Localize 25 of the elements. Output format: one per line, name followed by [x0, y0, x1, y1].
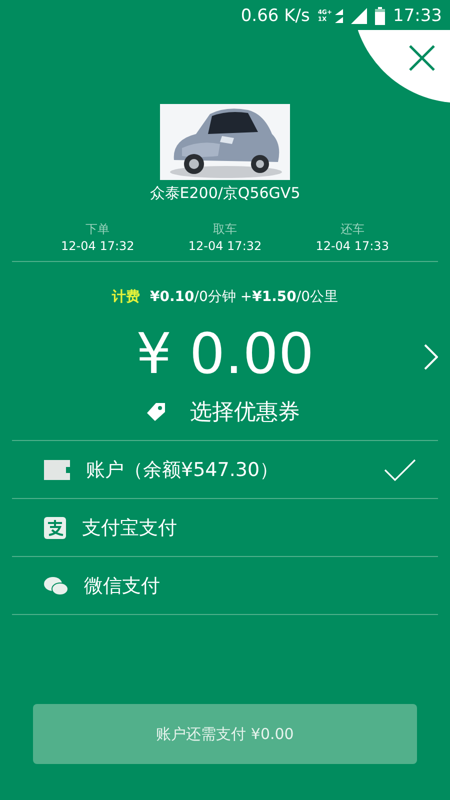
fee-detail: ¥0.10/0分钟 +¥1.50/0公里: [150, 288, 338, 306]
tag-icon: [146, 402, 166, 422]
chevron-right-icon[interactable]: [424, 344, 438, 370]
signal-icon: [351, 8, 367, 24]
payment-option[interactable]: 账户（余额¥547.30）: [12, 441, 438, 499]
timeline-time: 12-04 17:32: [188, 238, 262, 255]
coupon-selector[interactable]: 选择优惠券: [146, 390, 304, 434]
payment-option[interactable]: 支付宝支付: [12, 499, 438, 557]
timeline-label: 下单: [86, 221, 110, 238]
payment-option[interactable]: 微信支付: [12, 557, 438, 615]
clock: 17:33: [393, 6, 442, 26]
fee-label: 计费: [112, 288, 140, 306]
car-model-plate: 众泰E200/京Q56GV5: [150, 184, 300, 203]
total-amount: ¥ 0.00: [136, 323, 314, 387]
pay-button[interactable]: 账户还需支付 ¥0.00: [33, 704, 417, 764]
alipay-icon: [44, 516, 66, 538]
timeline-time: 12-04 17:33: [316, 238, 389, 255]
network-speed: 0.66 K/s: [240, 6, 310, 26]
wallet-icon: [44, 460, 70, 480]
close-icon: [408, 44, 436, 72]
wechat-icon: [44, 576, 68, 596]
battery-icon: [375, 7, 385, 25]
timeline-time: 12-04 17:32: [61, 238, 134, 255]
timeline-label: 还车: [340, 221, 364, 238]
timeline-label: 取车: [212, 221, 237, 238]
